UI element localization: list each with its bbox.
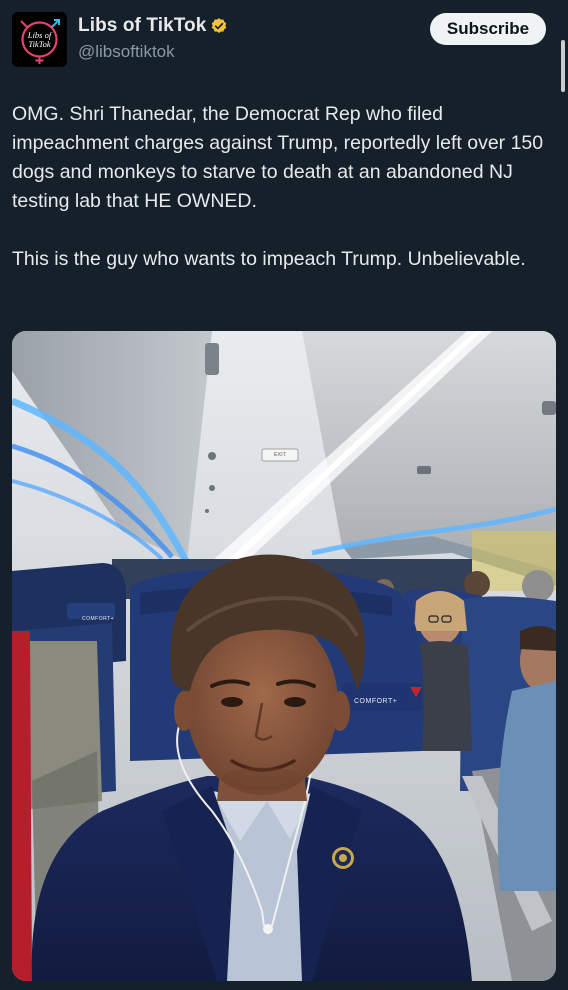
tweet-paragraph-2: This is the guy who wants to impeach Tru… [12,248,526,270]
tweet-paragraph-1: OMG. Shri Thanedar, the Democrat Rep who… [12,103,544,212]
avatar-text-line2: TikTok [28,39,51,49]
seat-label-right: COMFORT+ [354,698,398,705]
scrollbar[interactable] [561,40,565,92]
exit-sign: EXIT [274,452,287,458]
tweet-photo[interactable]: COMFORT+ COMFORT+ EXIT [12,331,556,981]
tweet-text: OMG. Shri Thanedar, the Democrat Rep who… [12,100,560,274]
handle[interactable]: @libsoftiktok [78,42,175,62]
avatar[interactable]: Libs of TikTok [12,12,67,67]
verified-badge-icon [210,17,228,35]
name-row: Libs of TikTok [78,15,228,37]
tweet-header: Libs of TikTok Libs of TikTok @libsoftik… [0,0,568,92]
display-name[interactable]: Libs of TikTok [78,15,206,37]
seat-label-left: COMFORT+ [82,616,115,622]
subscribe-button[interactable]: Subscribe [430,13,546,45]
